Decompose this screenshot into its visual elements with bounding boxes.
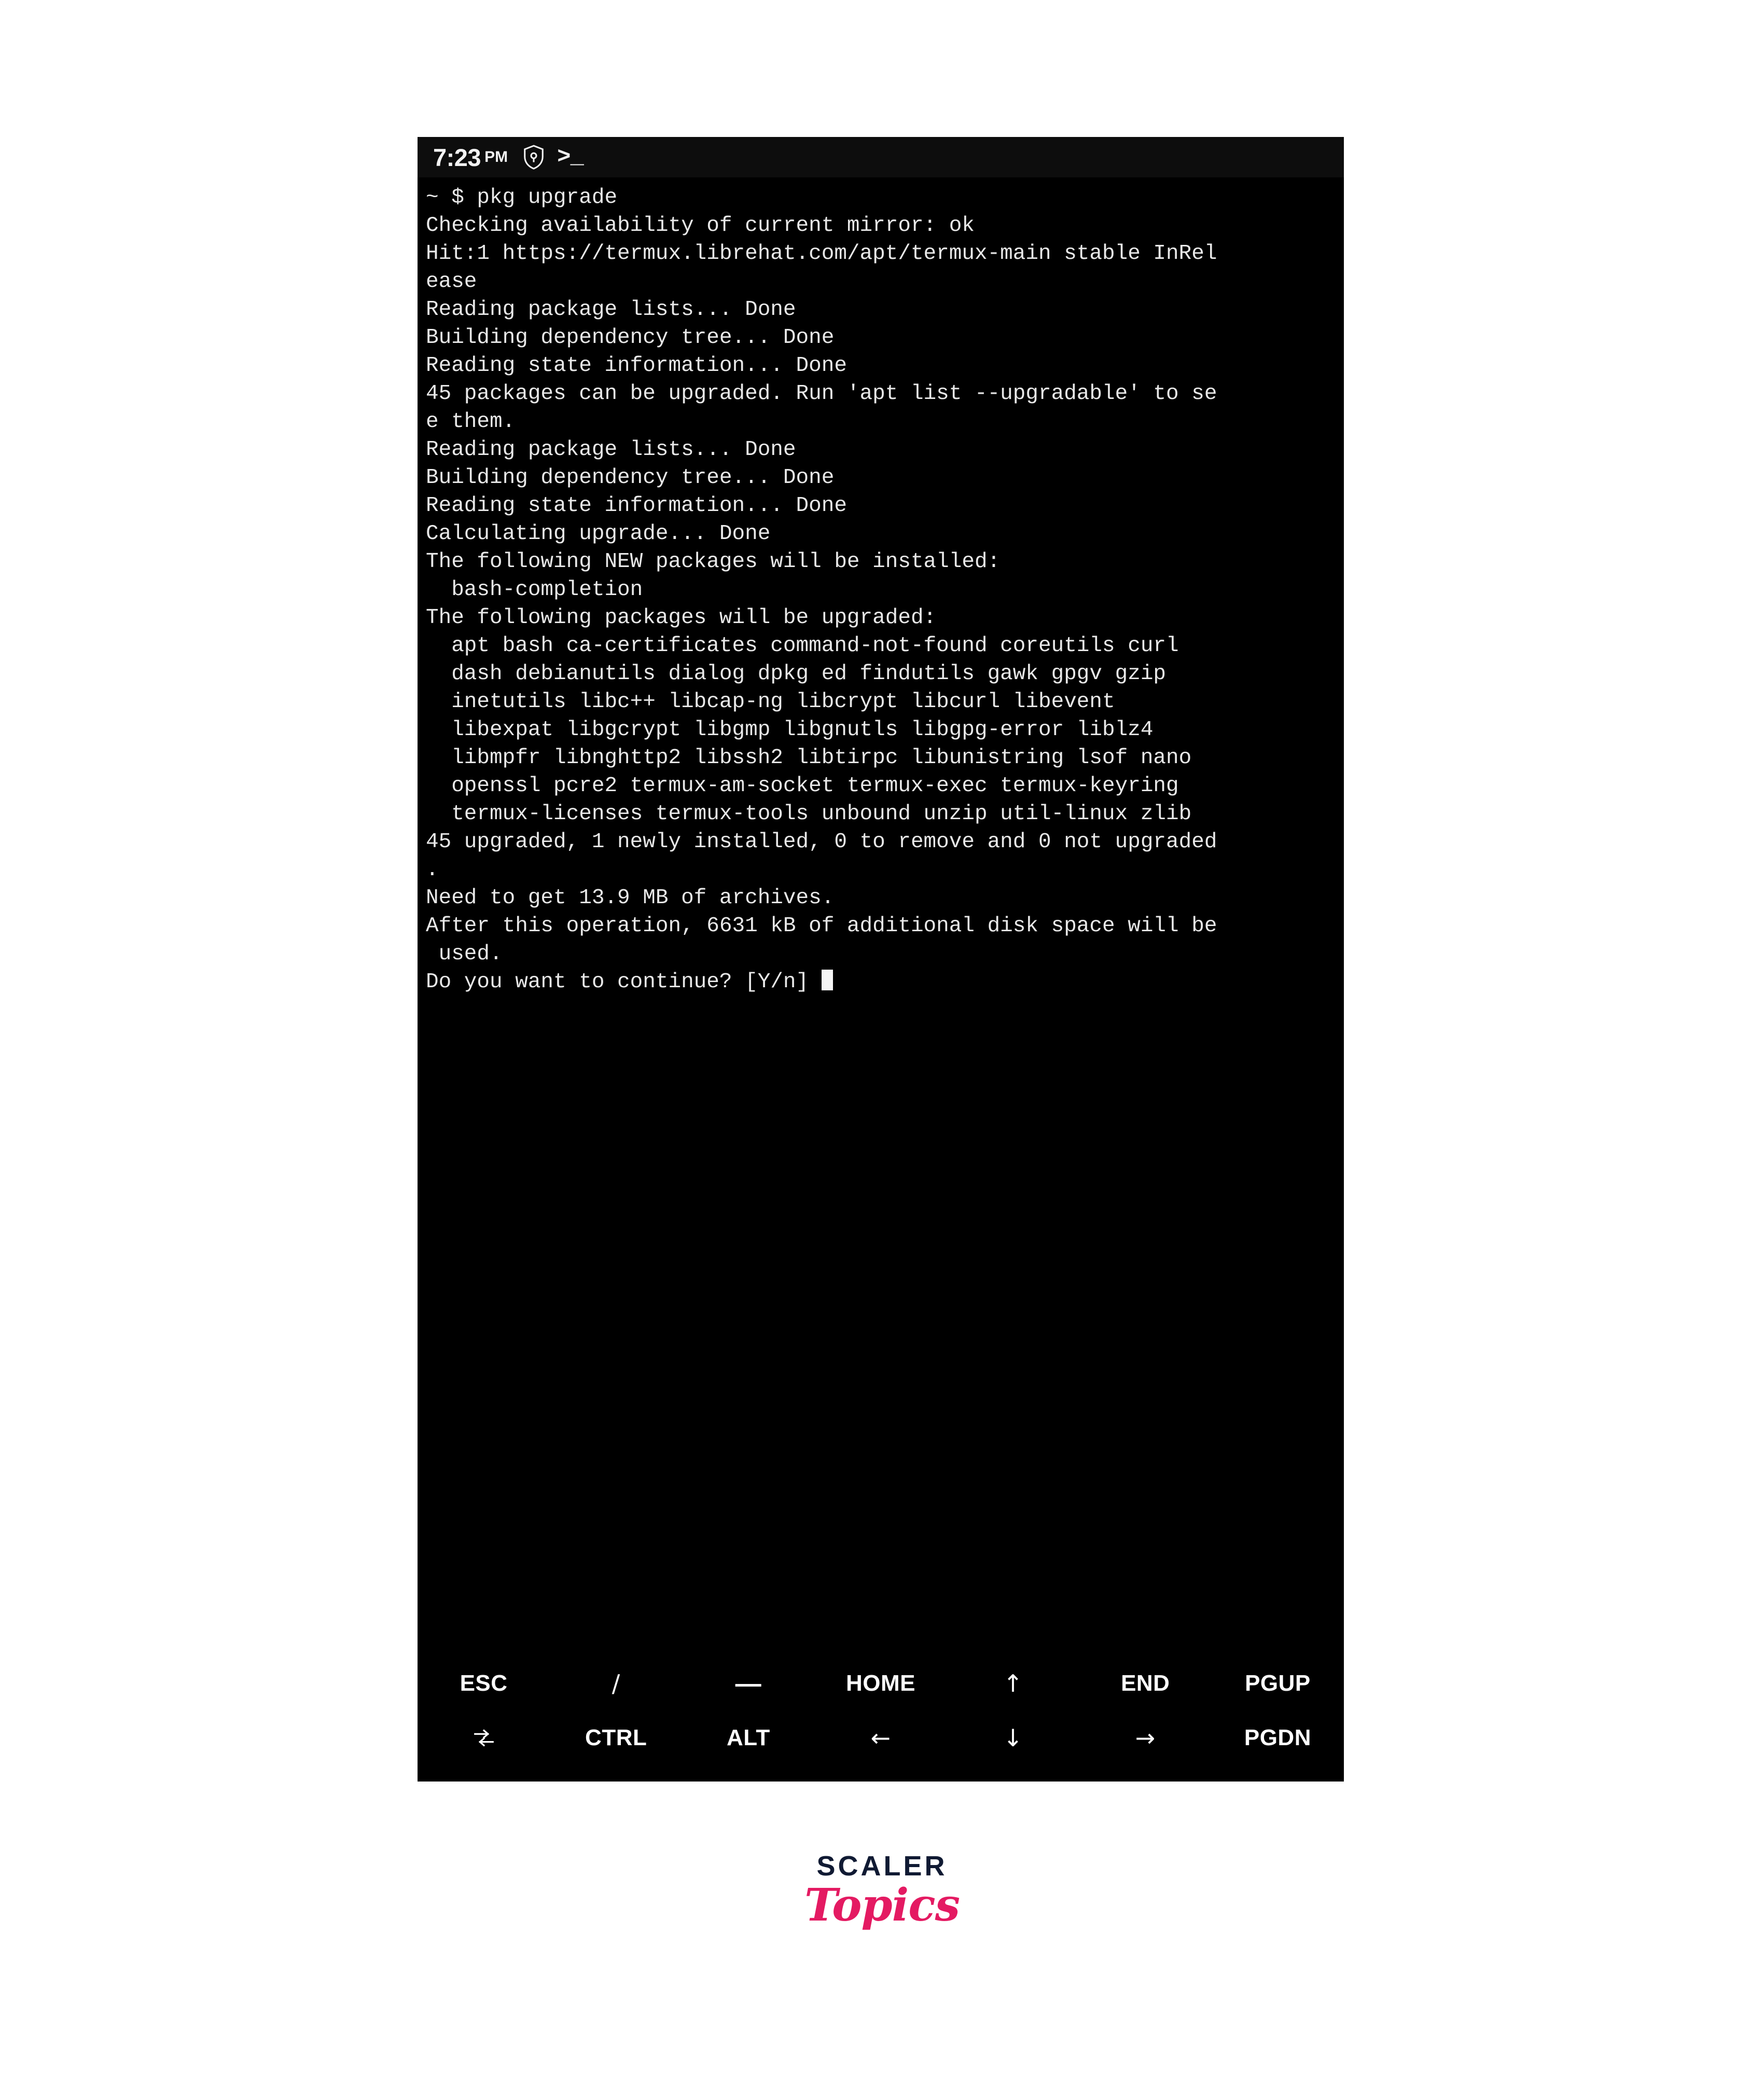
terminal-line: dash debianutils dialog dpkg ed findutil…	[426, 662, 1166, 686]
phone-screenshot-frame: 7:23 PM >_ ~ $ pkg upgrade Checking avail…	[418, 137, 1344, 1782]
terminal-line: libmpfr libnghttp2 libssh2 libtirpc libu…	[426, 746, 1192, 770]
terminal-line: .	[426, 858, 439, 882]
terminal-line: apt bash ca-certificates command-not-fou…	[426, 634, 1179, 658]
terminal-line: bash-completion	[426, 578, 643, 602]
key-arrow-down[interactable]: ↓	[947, 1710, 1079, 1765]
terminal-line: Need to get 13.9 MB of archives.	[426, 886, 835, 910]
shield-icon	[522, 144, 546, 170]
extra-keys-toolbar: ESC / — HOME ↑ END PGUP CTRL ALT ← ↓ → PGDN	[418, 1647, 1344, 1782]
extra-keys-row-1: ESC / — HOME ↑ END PGUP	[418, 1656, 1344, 1710]
terminal-line: Reading package lists... Done	[426, 438, 796, 462]
terminal-line: Calculating upgrade... Done	[426, 522, 771, 546]
key-pgup[interactable]: PGUP	[1212, 1656, 1344, 1710]
key-arrow-left[interactable]: ←	[814, 1710, 947, 1765]
extra-keys-row-2: CTRL ALT ← ↓ → PGDN	[418, 1710, 1344, 1765]
terminal-prompt-icon: >_	[557, 144, 584, 170]
status-bar-meridiem: PM	[484, 148, 508, 165]
terminal-line: Reading state information... Done	[426, 494, 847, 518]
terminal-line: Hit:1 https://termux.librehat.com/apt/te…	[426, 242, 1217, 266]
key-esc[interactable]: ESC	[418, 1656, 550, 1710]
key-dash[interactable]: —	[682, 1656, 814, 1710]
key-pgdn[interactable]: PGDN	[1212, 1710, 1344, 1765]
terminal-line: libexpat libgcrypt libgmp libgnutls libg…	[426, 718, 1154, 742]
key-slash[interactable]: /	[550, 1656, 682, 1710]
terminal-line: ~ $ pkg upgrade	[426, 186, 618, 210]
key-alt[interactable]: ALT	[682, 1710, 814, 1765]
terminal-line: inetutils libc++ libcap-ng libcrypt libc…	[426, 690, 1115, 714]
logo-scaler-wordmark: SCALER	[816, 1851, 948, 1882]
terminal-line: e them.	[426, 410, 516, 434]
terminal-line: used.	[426, 942, 503, 966]
terminal-cursor	[821, 970, 833, 990]
terminal-line: The following packages will be upgraded:	[426, 606, 937, 630]
terminal-line: 45 upgraded, 1 newly installed, 0 to rem…	[426, 830, 1217, 854]
key-tab[interactable]	[418, 1710, 550, 1765]
terminal-line: 45 packages can be upgraded. Run 'apt li…	[426, 382, 1217, 406]
key-arrow-right[interactable]: →	[1079, 1710, 1212, 1765]
terminal-line: Building dependency tree... Done	[426, 466, 835, 490]
terminal-line: Building dependency tree... Done	[426, 326, 835, 350]
key-end[interactable]: END	[1079, 1656, 1212, 1710]
terminal-line: termux-licenses termux-tools unbound unz…	[426, 802, 1192, 826]
terminal-line: Reading package lists... Done	[426, 298, 796, 322]
terminal-line: openssl pcre2 termux-am-socket termux-ex…	[426, 774, 1179, 798]
status-bar-clock: 7:23	[433, 143, 481, 171]
android-status-bar: 7:23 PM >_	[418, 137, 1344, 177]
scaler-topics-logo: SCALER Topics	[0, 1852, 1764, 1929]
terminal-output[interactable]: ~ $ pkg upgrade Checking availability of …	[426, 184, 1339, 996]
terminal-line: The following NEW packages will be insta…	[426, 550, 1001, 574]
key-ctrl[interactable]: CTRL	[550, 1710, 682, 1765]
terminal-line: ease	[426, 270, 477, 294]
key-home[interactable]: HOME	[814, 1656, 947, 1710]
terminal-line: After this operation, 6631 kB of additio…	[426, 914, 1217, 938]
terminal-line: Do you want to continue? [Y/n]	[426, 968, 1339, 996]
terminal-line: Checking availability of current mirror:…	[426, 214, 975, 238]
terminal-line: Reading state information... Done	[426, 354, 847, 378]
logo-topics-wordmark: Topics	[804, 1879, 960, 1931]
key-arrow-up[interactable]: ↑	[947, 1656, 1079, 1710]
